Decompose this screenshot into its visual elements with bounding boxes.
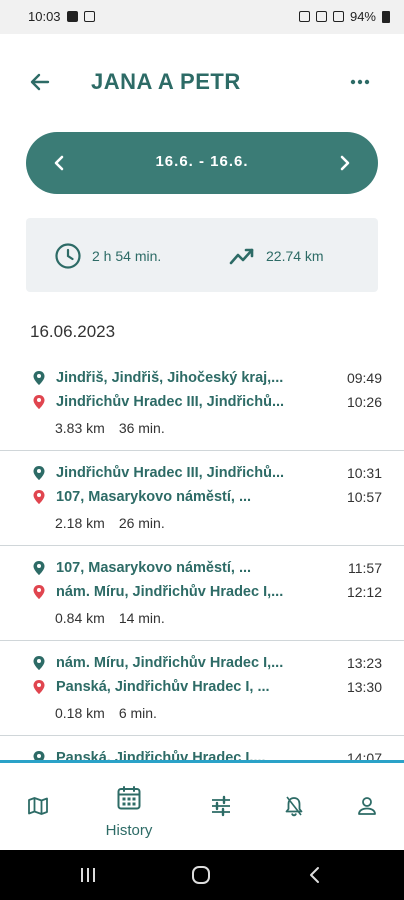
next-date-button[interactable] bbox=[332, 151, 356, 175]
recent-apps-icon[interactable] bbox=[77, 864, 99, 886]
signal-icon bbox=[332, 11, 344, 22]
trip-duration: 6 min. bbox=[118, 705, 157, 721]
trip-start-time: 10:31 bbox=[346, 465, 382, 481]
status-time: 10:03 bbox=[28, 9, 61, 24]
sliders-icon bbox=[212, 795, 230, 817]
start-pin-icon bbox=[33, 561, 45, 575]
summary-distance: 22.74 km bbox=[228, 242, 324, 270]
more-icon bbox=[350, 79, 370, 85]
tab-notifications[interactable] bbox=[273, 787, 313, 827]
bell-icon bbox=[285, 796, 303, 817]
trip-duration: 14 min. bbox=[118, 610, 165, 626]
trip-list: Jindřiš, Jindřiš, Jihočeský kraj,... 09:… bbox=[0, 356, 404, 776]
gallery-icon bbox=[66, 11, 78, 22]
trip-distance: 0.18 km bbox=[55, 705, 105, 721]
trip-item[interactable]: Jindřiš, Jindřiš, Jihočeský kraj,... 09:… bbox=[0, 356, 404, 451]
notification-icon bbox=[83, 11, 95, 22]
more-button[interactable] bbox=[348, 70, 372, 94]
trip-start-place: Jindřichův Hradec III, Jindřichů... bbox=[56, 465, 285, 481]
tab-profile[interactable] bbox=[346, 787, 386, 827]
trip-start-time: 13:23 bbox=[346, 655, 382, 671]
summary-duration: 2 h 54 min. bbox=[54, 242, 161, 270]
trip-distance: 3.83 km bbox=[55, 420, 105, 436]
trip-end-place: Panská, Jindřichův Hradec I, ... bbox=[56, 679, 270, 695]
person-icon bbox=[358, 797, 376, 815]
clock-icon bbox=[55, 243, 81, 269]
trip-end-time: 12:12 bbox=[346, 584, 382, 600]
trip-end-place: nám. Míru, Jindřichův Hradec I,... bbox=[56, 584, 284, 600]
end-pin-icon bbox=[33, 680, 45, 694]
back-button[interactable] bbox=[26, 68, 54, 96]
trip-stats: 3.83 km 36 min. bbox=[55, 420, 165, 436]
date-range-selector: 16.6. - 16.6. bbox=[26, 132, 378, 194]
trip-item[interactable]: Jindřichův Hradec III, Jindřichů... 10:3… bbox=[0, 451, 404, 546]
date-range-label: 16.6. - 16.6. bbox=[155, 153, 249, 170]
trip-end-time: 10:57 bbox=[346, 489, 382, 505]
tab-history[interactable]: History bbox=[96, 785, 162, 839]
day-date: 16.06.2023 bbox=[30, 322, 116, 341]
summary-panel: 2 h 54 min. 22.74 km bbox=[26, 218, 378, 292]
trip-item[interactable]: nám. Míru, Jindřichův Hradec I,... 13:23… bbox=[0, 641, 404, 736]
trip-end-place: Jindřichův Hradec III, Jindřichů... bbox=[56, 394, 285, 410]
trip-duration: 36 min. bbox=[118, 420, 165, 436]
battery-icon bbox=[382, 10, 390, 23]
back-arrow-icon bbox=[30, 73, 50, 91]
trip-end-time: 13:30 bbox=[346, 679, 382, 695]
end-pin-icon bbox=[33, 490, 45, 504]
summary-duration-value: 2 h 54 min. bbox=[92, 248, 162, 264]
chevron-right-icon bbox=[340, 155, 350, 171]
home-icon[interactable] bbox=[190, 864, 212, 886]
trip-distance: 0.84 km bbox=[55, 610, 105, 626]
tab-settings[interactable] bbox=[200, 787, 240, 827]
page-title: JANA A PETR bbox=[91, 69, 241, 94]
wifi-icon bbox=[315, 11, 327, 22]
start-pin-icon bbox=[33, 466, 45, 480]
app-header: JANA A PETR bbox=[0, 58, 404, 106]
trip-duration: 26 min. bbox=[118, 515, 165, 531]
start-pin-icon bbox=[33, 371, 45, 385]
trip-stats: 2.18 km 26 min. bbox=[55, 515, 165, 531]
tab-map[interactable] bbox=[17, 787, 57, 827]
trip-start-time: 11:57 bbox=[348, 560, 382, 576]
trip-start-place: nám. Míru, Jindřichův Hradec I,... bbox=[56, 655, 284, 671]
start-pin-icon bbox=[33, 656, 45, 670]
map-icon bbox=[28, 797, 48, 815]
trip-item[interactable]: 107, Masarykovo náměstí, ... 11:57 nám. … bbox=[0, 546, 404, 641]
system-back-icon[interactable] bbox=[304, 864, 326, 886]
trend-icon bbox=[229, 248, 254, 265]
tab-history-label: History bbox=[105, 822, 153, 839]
system-nav-bar bbox=[0, 850, 404, 900]
status-bar: 10:03 94% bbox=[0, 0, 404, 34]
battery-level: 94% bbox=[349, 9, 376, 24]
summary-distance-value: 22.74 km bbox=[266, 248, 324, 264]
bottom-tab-bar: History bbox=[0, 760, 404, 853]
trip-stats: 0.18 km 6 min. bbox=[55, 705, 157, 721]
calendar-icon bbox=[117, 786, 141, 810]
mute-icon bbox=[298, 11, 310, 22]
end-pin-icon bbox=[33, 585, 45, 599]
trip-start-place: Jindřiš, Jindřiš, Jihočeský kraj,... bbox=[56, 370, 284, 386]
trip-end-time: 10:26 bbox=[346, 394, 382, 410]
trip-stats: 0.84 km 14 min. bbox=[55, 610, 165, 626]
trip-start-place: 107, Masarykovo náměstí, ... bbox=[56, 560, 252, 576]
trip-start-time: 09:49 bbox=[346, 370, 382, 386]
trip-end-place: 107, Masarykovo náměstí, ... bbox=[56, 489, 252, 505]
end-pin-icon bbox=[33, 395, 45, 409]
trip-distance: 2.18 km bbox=[55, 515, 105, 531]
